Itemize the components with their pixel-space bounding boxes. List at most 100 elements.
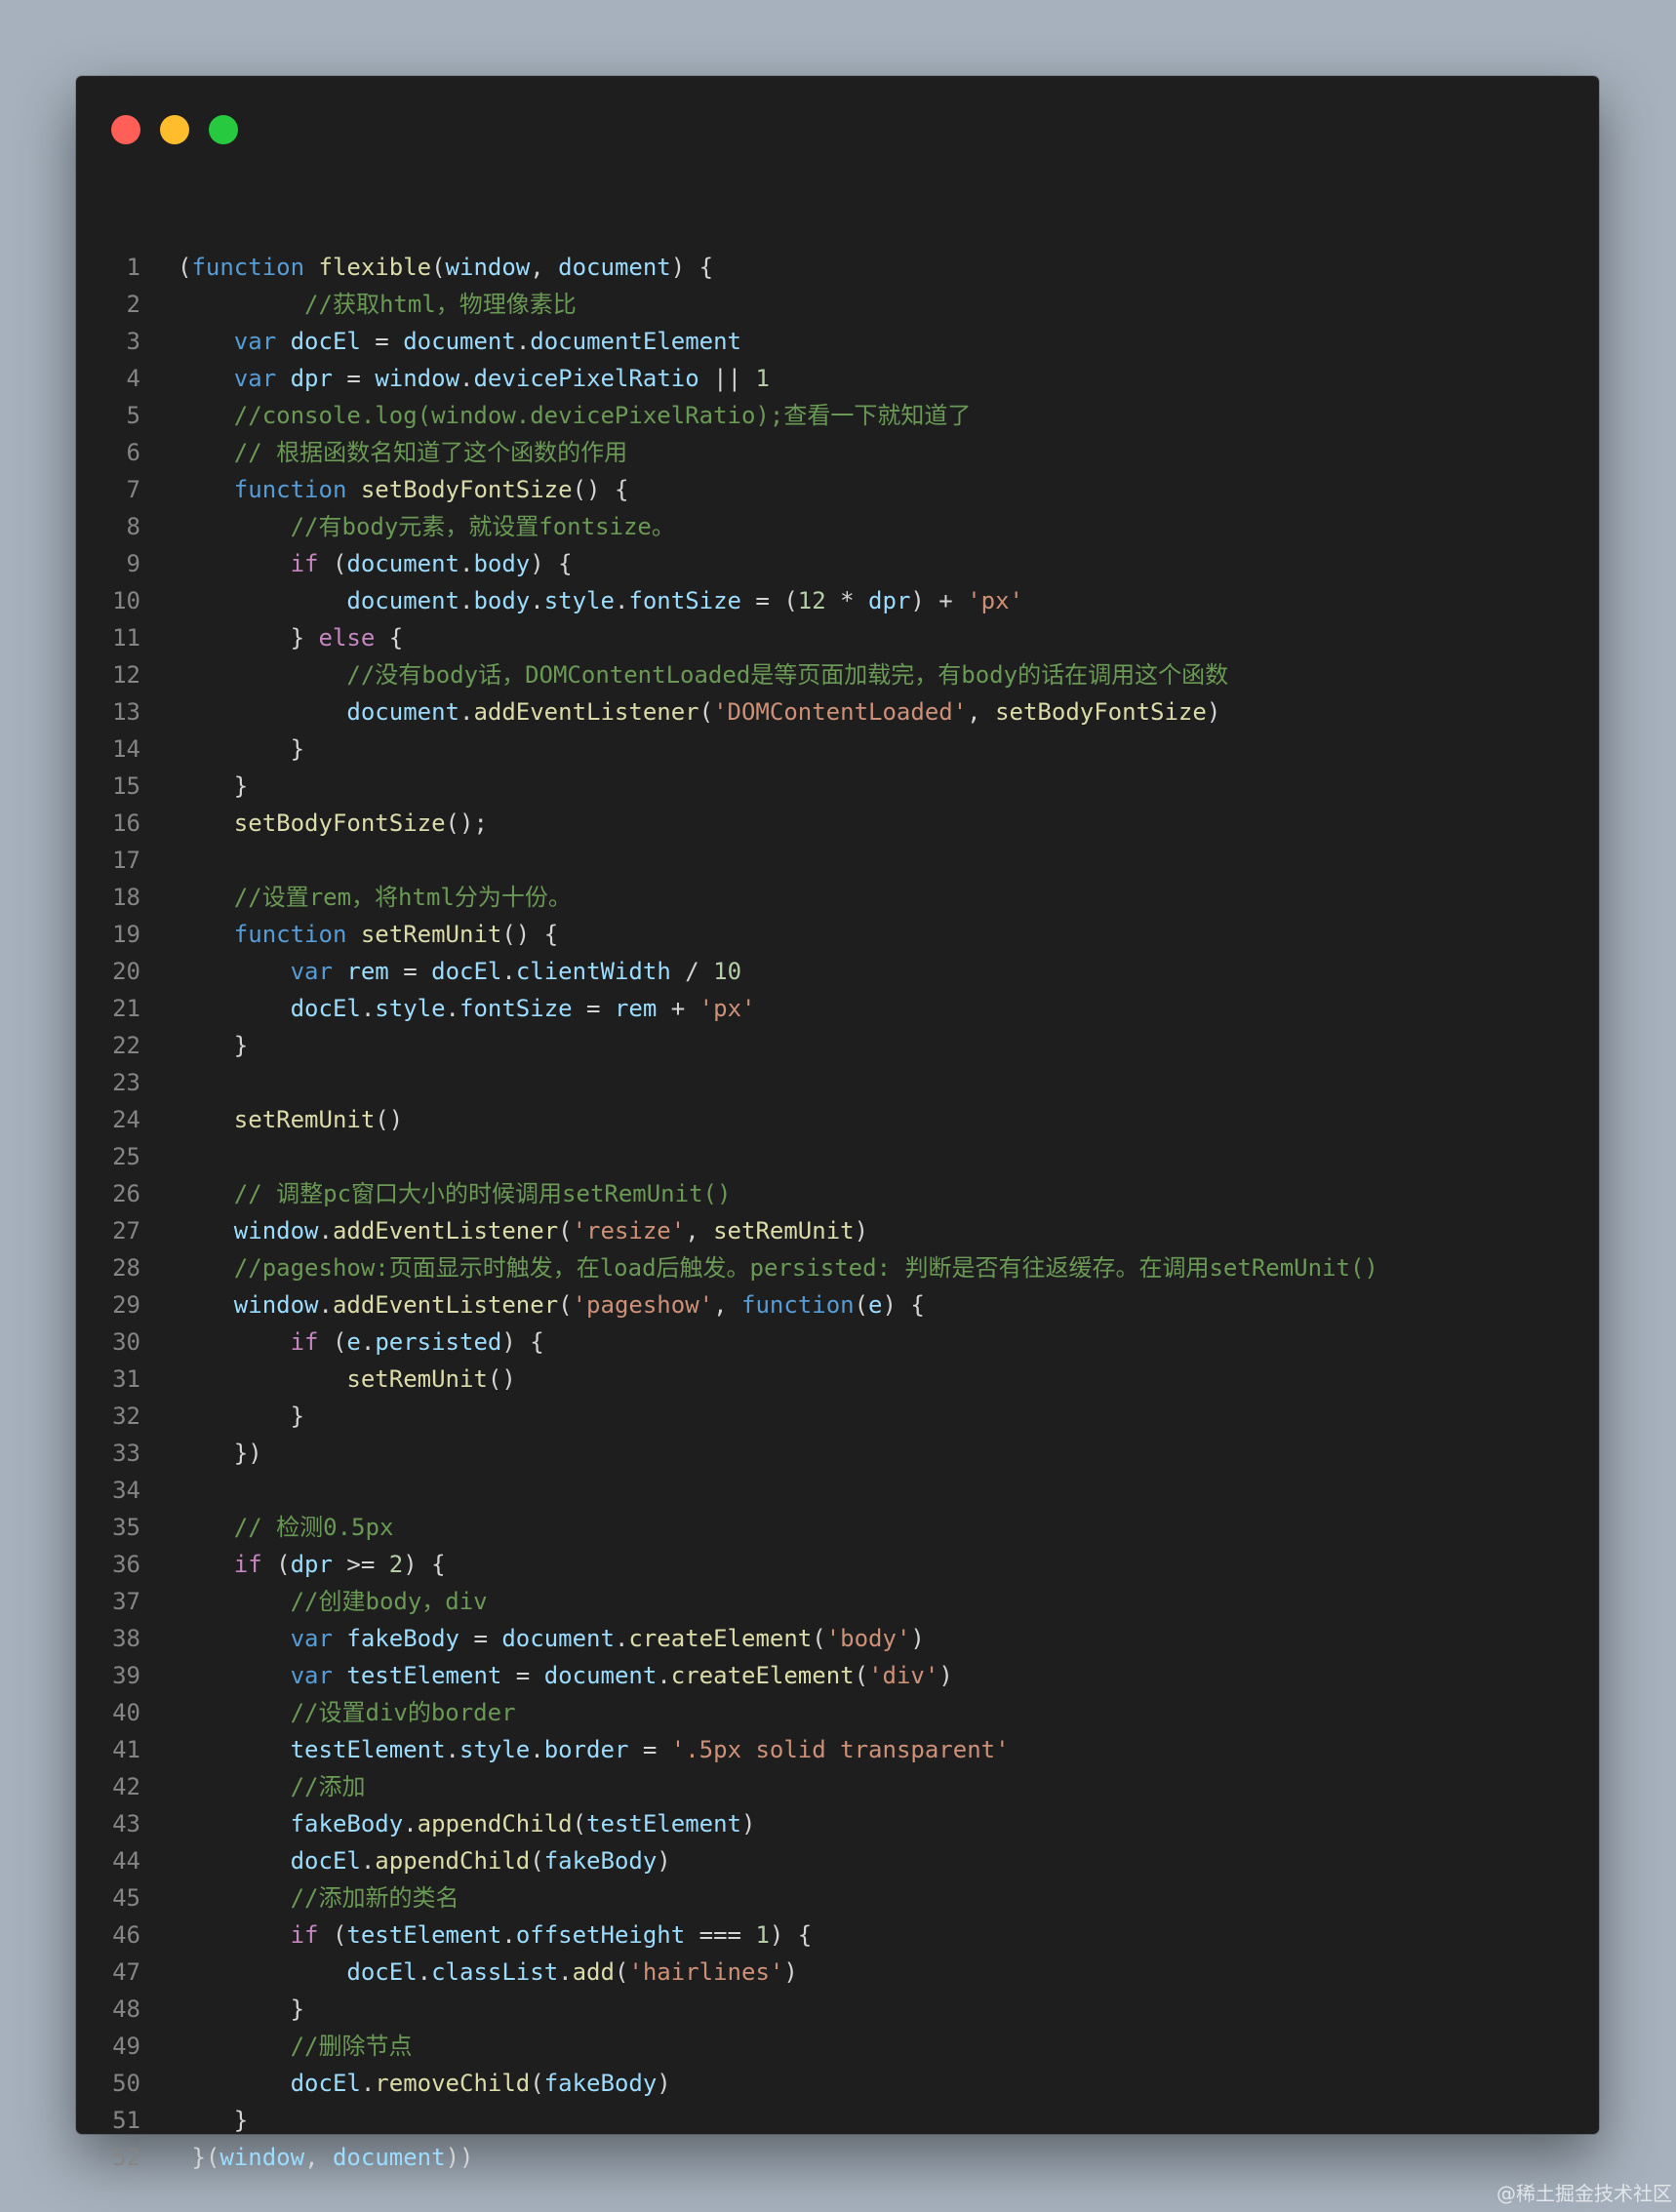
code-token: = ( — [740, 587, 798, 614]
line-number: 24 — [112, 1106, 140, 1133]
code-text: } — [178, 731, 304, 768]
code-line: 5 //console.log(window.devicePixelRatio)… — [76, 397, 1599, 434]
code-token: ( — [558, 1291, 573, 1319]
code-line: 50 docEl.removeChild(fakeBody) — [76, 2065, 1599, 2102]
code-token: . — [558, 1958, 573, 1986]
code-text: } — [178, 2102, 248, 2139]
line-number: 17 — [112, 847, 140, 874]
code-line: 3 var docEl = document.documentElement — [76, 323, 1599, 360]
code-token: //console.log(window.devicePixelRatio);查… — [233, 402, 972, 429]
code-token: dpr — [868, 587, 911, 614]
code-token: if — [233, 1551, 262, 1578]
code-text: if (testElement.offsetHeight === 1) { — [178, 1916, 813, 1954]
code-token: . — [614, 1625, 629, 1652]
code-line: 37 //创建body，div — [76, 1583, 1599, 1620]
code-token: === — [685, 1921, 756, 1949]
code-token: setBodyFontSize — [360, 476, 573, 503]
code-token: 'px' — [967, 587, 1023, 614]
code-token: window — [219, 2144, 305, 2171]
code-token: )) — [445, 2144, 474, 2171]
code-text: if (e.persisted) { — [178, 1323, 544, 1361]
code-token: ) { — [530, 550, 573, 577]
code-token: appendChild — [375, 1847, 531, 1875]
code-token: window — [233, 1291, 319, 1319]
code-line: 9 if (document.body) { — [76, 545, 1599, 582]
code-line: 47 docEl.classList.add('hairlines') — [76, 1954, 1599, 1991]
code-token: ) — [783, 1958, 798, 1986]
code-line: 7 function setBodyFontSize() { — [76, 471, 1599, 508]
line-number: 31 — [112, 1365, 140, 1393]
code-token: dpr — [290, 1551, 333, 1578]
code-token: setRemUnit — [713, 1217, 855, 1244]
code-token: 10 — [713, 958, 742, 985]
code-token: = — [459, 1625, 502, 1652]
code-line: 6 // 根据函数名知道了这个函数的作用 — [76, 434, 1599, 471]
line-number: 26 — [112, 1180, 140, 1207]
code-token: document — [558, 254, 671, 281]
code-token: || — [698, 365, 756, 392]
code-line: 34 — [76, 1472, 1599, 1509]
maximize-dot-icon[interactable] — [209, 115, 238, 144]
code-text: //创建body，div — [178, 1583, 488, 1620]
code-token: ( — [178, 254, 192, 281]
code-token: . — [515, 328, 531, 355]
code-token: docEl — [290, 995, 361, 1022]
code-text: docEl.removeChild(fakeBody) — [178, 2065, 671, 2102]
code-line: 21 docEl.style.fontSize = rem + 'px' — [76, 990, 1599, 1027]
code-token: ( — [854, 1291, 869, 1319]
code-token: fontSize — [459, 995, 573, 1022]
code-token: ( — [558, 1217, 573, 1244]
code-token: ) + — [910, 587, 968, 614]
code-token: createElement — [628, 1625, 813, 1652]
code-token: document — [403, 328, 516, 355]
code-token: , — [967, 698, 996, 726]
watermark: @稀土掘金技术社区 — [1496, 2182, 1672, 2205]
code-token: e — [868, 1291, 883, 1319]
code-token: var — [233, 328, 277, 355]
code-token: flexible — [318, 254, 432, 281]
code-text: window.addEventListener('pageshow', func… — [178, 1286, 925, 1323]
code-line: 35 // 检测0.5px — [76, 1509, 1599, 1546]
code-token: ) — [657, 1847, 671, 1875]
code-text: setRemUnit() — [178, 1361, 515, 1398]
code-line: 45 //添加新的类名 — [76, 1879, 1599, 1916]
code-text: docEl.appendChild(fakeBody) — [178, 1842, 671, 1879]
code-token: '.5px solid transparent' — [670, 1736, 1010, 1763]
code-token: window — [233, 1217, 319, 1244]
code-token: testElement — [586, 1810, 741, 1837]
code-token: 'px' — [698, 995, 756, 1022]
code-token: . — [614, 587, 629, 614]
code-token: } — [178, 772, 249, 800]
code-line: 20 var rem = docEl.clientWidth / 10 — [76, 953, 1599, 990]
code-token: fontSize — [628, 587, 741, 614]
code-token: // 检测0.5px — [233, 1514, 394, 1541]
minimize-dot-icon[interactable] — [160, 115, 189, 144]
code-token: * — [825, 587, 869, 614]
code-token: //删除节点 — [290, 2033, 413, 2060]
code-token: rem — [614, 995, 658, 1022]
code-token: //获取html，物理像素比 — [304, 291, 577, 318]
code-token: 1 — [755, 365, 770, 392]
code-text: } else { — [178, 619, 404, 656]
line-number: 43 — [112, 1810, 140, 1837]
line-number: 9 — [126, 550, 140, 577]
line-number: 12 — [112, 661, 140, 689]
code-text: } — [178, 768, 248, 805]
code-token: window — [445, 254, 531, 281]
code-token: 'hairlines' — [628, 1958, 784, 1986]
code-token: (); — [445, 810, 488, 837]
code-text: function setRemUnit() { — [178, 916, 558, 953]
line-number: 28 — [112, 1254, 140, 1282]
code-token: = — [388, 958, 432, 985]
code-token: document — [332, 2144, 446, 2171]
close-dot-icon[interactable] — [111, 115, 140, 144]
